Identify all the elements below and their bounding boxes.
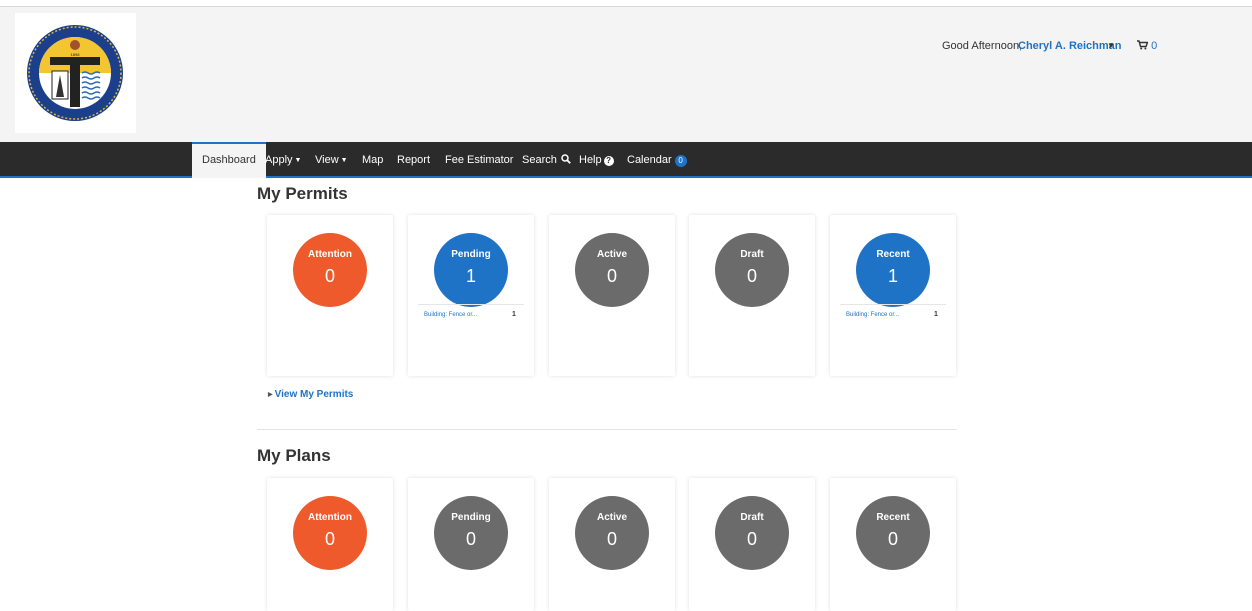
status-label: Active <box>596 512 627 523</box>
search-icon <box>561 154 571 164</box>
user-menu-link[interactable]: Cheryl A. Reichman <box>1018 40 1122 52</box>
card-divider <box>418 304 524 305</box>
status-circle: Active 0 <box>575 496 649 570</box>
permit-card-draft[interactable]: Draft 0 <box>689 215 815 376</box>
permit-type-count: 1 <box>934 311 938 318</box>
status-count: 0 <box>606 529 617 549</box>
status-label: Draft <box>740 249 764 260</box>
nav-calendar-label: Calendar <box>627 154 672 166</box>
status-count: 0 <box>746 529 757 549</box>
section-divider <box>257 429 957 430</box>
status-count: 1 <box>887 266 898 286</box>
status-label: Draft <box>740 512 764 523</box>
nav-fee-estimator[interactable]: Fee Estimator <box>445 142 513 178</box>
view-my-permits-link[interactable]: ▶ View My Permits <box>268 389 353 400</box>
nav-report[interactable]: Report <box>397 142 430 178</box>
caret-right-icon: ▶ <box>268 392 273 398</box>
city-logo[interactable]: 1898 <box>15 13 136 133</box>
status-circle: Pending 0 <box>434 496 508 570</box>
greeting-text: Good Afternoon, <box>942 40 1023 52</box>
status-circle: Draft 0 <box>715 233 789 307</box>
status-circle: Recent 1 <box>856 233 930 307</box>
my-permits-title: My Permits <box>257 184 348 203</box>
nav-apply-label: Apply <box>265 154 293 166</box>
status-circle: Pending 1 <box>434 233 508 307</box>
permit-card-recent[interactable]: Recent 1 Building: Fence or... 1 <box>830 215 956 376</box>
city-seal-icon: 1898 <box>27 25 123 121</box>
status-count: 0 <box>324 266 335 286</box>
plan-card-attention[interactable]: Attention 0 <box>267 478 393 611</box>
plan-card-pending[interactable]: Pending 0 <box>408 478 534 611</box>
permit-type-count: 1 <box>512 311 516 318</box>
nav-search-label: Search <box>522 154 557 166</box>
status-count: 1 <box>465 266 476 286</box>
status-label: Recent <box>876 249 910 260</box>
status-circle: Draft 0 <box>715 496 789 570</box>
status-count: 0 <box>746 266 757 286</box>
question-circle-icon: ? <box>603 156 614 166</box>
status-label: Pending <box>451 512 491 523</box>
my-plans-title: My Plans <box>257 446 331 465</box>
calendar-badge: 0 <box>674 155 687 167</box>
nav-view-label: View <box>315 154 339 166</box>
status-circle: Active 0 <box>575 233 649 307</box>
permit-card-attention[interactable]: Attention 0 <box>267 215 393 376</box>
plan-card-active[interactable]: Active 0 <box>549 478 675 611</box>
cart-icon <box>1137 40 1149 50</box>
status-label: Pending <box>451 249 491 260</box>
status-count: 0 <box>465 529 476 549</box>
nav-view[interactable]: View ▼ <box>315 142 348 178</box>
cart-link[interactable]: 0 <box>1137 40 1157 52</box>
logo-year: 1898 <box>71 52 81 57</box>
status-label: Active <box>596 249 627 260</box>
status-label: Attention <box>308 249 352 260</box>
permit-type-link[interactable]: Building: Fence or... <box>424 312 477 318</box>
nav-apply[interactable]: Apply ▼ <box>265 142 301 178</box>
permit-card-pending[interactable]: Pending 1 Building: Fence or... 1 <box>408 215 534 376</box>
nav-search[interactable]: Search <box>522 142 571 178</box>
cart-count: 0 <box>1151 40 1158 52</box>
nav-map[interactable]: Map <box>362 142 383 178</box>
main-navbar: Dashboard Apply ▼ View ▼ Map Report Fee Es… <box>0 142 1252 178</box>
status-circle: Attention 0 <box>293 496 367 570</box>
permit-type-link[interactable]: Building: Fence or... <box>846 312 899 318</box>
plan-card-recent[interactable]: Recent 0 <box>830 478 956 611</box>
status-count: 0 <box>324 529 335 549</box>
nav-help-label: Help <box>579 154 602 166</box>
plan-card-draft[interactable]: Draft 0 <box>689 478 815 611</box>
status-count: 0 <box>887 529 898 549</box>
caret-down-icon[interactable]: ▼ <box>1107 41 1115 50</box>
caret-down-icon: ▼ <box>294 157 302 164</box>
status-circle: Attention 0 <box>293 233 367 307</box>
view-my-permits-label: View My Permits <box>274 389 354 400</box>
nav-calendar[interactable]: Calendar 0 <box>627 142 687 178</box>
nav-help[interactable]: Help? <box>579 142 614 178</box>
card-divider <box>840 304 946 305</box>
caret-down-icon: ▼ <box>340 157 348 164</box>
status-count: 0 <box>606 266 617 286</box>
page-header: 1898 Good Afternoon, Cheryl A. Reichman … <box>0 7 1252 142</box>
status-label: Recent <box>876 512 910 523</box>
permit-card-active[interactable]: Active 0 <box>549 215 675 376</box>
status-circle: Recent 0 <box>856 496 930 570</box>
nav-dashboard[interactable]: Dashboard <box>192 142 266 178</box>
status-label: Attention <box>308 512 352 523</box>
